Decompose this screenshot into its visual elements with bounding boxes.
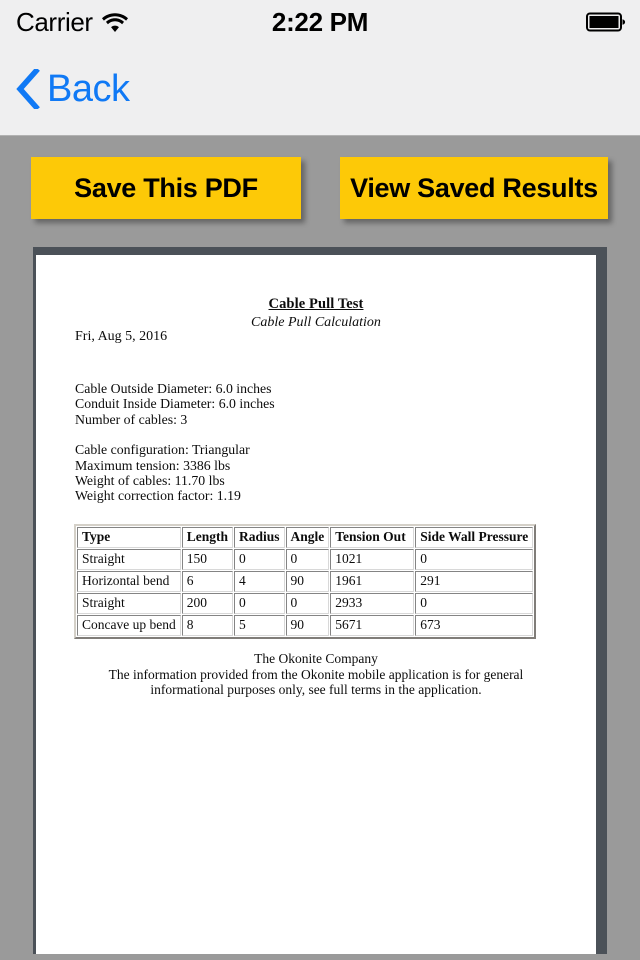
- column-header-tension-out: Tension Out: [330, 527, 415, 548]
- action-button-row: Save This PDF View Saved Results: [0, 157, 640, 221]
- battery-full-icon: [586, 12, 626, 32]
- param-line: Maximum tension: 3386 lbs: [75, 457, 231, 473]
- pdf-page[interactable]: Cable Pull Test Cable Pull Calculation F…: [36, 255, 596, 954]
- cell-angle: 0: [285, 549, 330, 570]
- document-footer: The Okonite Company The information prov…: [36, 651, 596, 698]
- param-line: Cable Outside Diameter: 6.0 inches: [75, 381, 272, 396]
- param-line: Number of cables: 3: [75, 411, 188, 427]
- cell-tension: 1961: [330, 571, 415, 592]
- cell-side-wall-pressure: 291: [415, 571, 534, 592]
- document-title: Cable Pull Test: [268, 296, 364, 312]
- cell-angle: 90: [285, 571, 330, 592]
- parameter-spacer: [75, 427, 275, 442]
- cell-radius: 4: [234, 571, 285, 592]
- footer-disclaimer: The information provided from the Okonit…: [108, 666, 524, 698]
- cell-length: 150: [181, 549, 233, 570]
- cell-side-wall-pressure: 0: [415, 593, 534, 614]
- column-header-length: Length: [181, 527, 233, 548]
- param-line: Conduit Inside Diameter: 6.0 inches: [75, 396, 275, 412]
- cell-type: Straight: [77, 593, 181, 614]
- column-header-side-wall-pressure: Side Wall Pressure: [415, 527, 534, 548]
- cell-length: 8: [181, 615, 233, 636]
- cell-angle: 90: [285, 615, 330, 636]
- back-button-label: Back: [47, 67, 130, 110]
- cell-radius: 0: [234, 593, 285, 614]
- cell-tension: 2933: [330, 593, 415, 614]
- pdf-viewer-frame[interactable]: Cable Pull Test Cable Pull Calculation F…: [33, 247, 607, 954]
- table-row: Concave up bend 8 5 90 5671 673: [77, 615, 534, 636]
- back-button[interactable]: Back: [16, 60, 130, 118]
- document-parameters: Cable Outside Diameter: 6.0 inches Condu…: [75, 381, 275, 504]
- cell-side-wall-pressure: 673: [415, 615, 534, 636]
- cell-radius: 5: [234, 615, 285, 636]
- cell-length: 6: [181, 571, 233, 592]
- cell-type: Straight: [77, 549, 181, 570]
- cell-length: 200: [181, 593, 233, 614]
- cell-tension: 5671: [330, 615, 415, 636]
- status-bar: Carrier 2:22 PM: [0, 0, 640, 44]
- param-line: Weight correction factor: 1.19: [75, 488, 241, 504]
- document-date: Fri, Aug 5, 2016: [75, 329, 168, 344]
- table-row: Straight 150 0 0 1021 0: [77, 549, 534, 570]
- cell-tension: 1021: [330, 549, 415, 570]
- column-header-radius: Radius: [234, 527, 285, 548]
- status-bar-time: 2:22 PM: [271, 6, 369, 37]
- cell-radius: 0: [234, 549, 285, 570]
- column-header-type: Type: [77, 527, 181, 548]
- view-saved-results-button[interactable]: View Saved Results: [340, 157, 608, 219]
- navigation-bar: Back: [0, 44, 640, 136]
- status-bar-right: [586, 0, 626, 44]
- param-line: Cable configuration: Triangular: [75, 442, 250, 458]
- results-table-wrapper: Type Length Radius Angle Tension Out Sid…: [74, 524, 537, 639]
- table-row: Straight 200 0 0 2933 0: [77, 593, 534, 614]
- column-header-angle: Angle: [285, 527, 330, 548]
- table-header-row: Type Length Radius Angle Tension Out Sid…: [77, 527, 534, 548]
- table-row: Horizontal bend 6 4 90 1961 291: [77, 571, 534, 592]
- cell-side-wall-pressure: 0: [415, 549, 534, 570]
- save-pdf-button[interactable]: Save This PDF: [31, 157, 301, 219]
- chevron-left-icon: [16, 69, 40, 109]
- cell-angle: 0: [285, 593, 330, 614]
- results-table: Type Length Radius Angle Tension Out Sid…: [74, 524, 537, 639]
- footer-company-name: The Okonite Company: [254, 651, 378, 666]
- cell-type: Concave up bend: [77, 615, 181, 636]
- cell-type: Horizontal bend: [77, 571, 181, 592]
- param-line: Weight of cables: 11.70 lbs: [75, 473, 225, 489]
